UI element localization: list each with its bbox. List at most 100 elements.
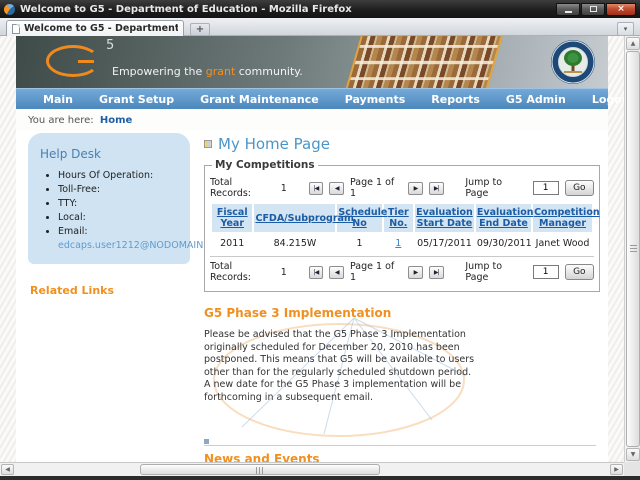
breadcrumb: You are here: Home xyxy=(16,109,608,131)
tier-no-link[interactable]: 1 xyxy=(395,238,401,249)
maximize-button[interactable] xyxy=(581,2,605,16)
department-of-education-seal-icon xyxy=(551,40,595,84)
bookshelf-image xyxy=(344,36,505,88)
g5-logo-five: 5 xyxy=(106,38,115,53)
maximize-icon xyxy=(589,6,597,12)
scroll-down-button[interactable]: ▼ xyxy=(626,448,640,461)
vertical-scroll-thumb[interactable] xyxy=(626,51,640,447)
col-eval-end-date[interactable]: Evaluation End Date xyxy=(475,204,534,232)
tab-welcome-to-g5[interactable]: Welcome to G5 - Department of Edu... xyxy=(6,20,184,36)
horizontal-scroll-thumb[interactable] xyxy=(140,464,380,475)
next-page-button[interactable]: ▶ xyxy=(408,181,423,195)
help-desk-box: Help Desk Hours Of Operation: Toll-Free:… xyxy=(28,133,203,264)
tagline-highlight: grant xyxy=(205,65,236,78)
nav-grant-maintenance[interactable]: Grant Maintenance xyxy=(187,93,332,106)
my-competitions-legend: My Competitions xyxy=(215,159,315,171)
prev-page-button[interactable]: ◀ xyxy=(329,265,344,279)
col-fiscal-year[interactable]: Fiscal Year xyxy=(212,204,253,232)
pagination-bottom: Total Records: 1 |◀ ◀ Page 1 of 1 ▶ ▶| J… xyxy=(210,256,595,286)
nav-grant-setup[interactable]: Grant Setup xyxy=(86,93,187,106)
total-records-value: 1 xyxy=(280,266,287,278)
cell-schedule-no: 1 xyxy=(337,234,382,253)
table-row: 2011 84.215W 1 1 05/17/2011 09/30/2011 J… xyxy=(212,234,592,253)
help-desk-title: Help Desk xyxy=(40,147,101,161)
breadcrumb-home-link[interactable]: Home xyxy=(100,115,132,126)
first-page-button[interactable]: |◀ xyxy=(308,265,324,279)
nav-g5-admin[interactable]: G5 Admin xyxy=(493,93,579,106)
jump-to-page-label: Jump to Page xyxy=(465,261,503,283)
col-competition-manager[interactable]: Competition Manager xyxy=(533,204,600,232)
help-desk-item-hours: Hours Of Operation: xyxy=(58,169,182,183)
sidebar: Help Desk Hours Of Operation: Toll-Free:… xyxy=(28,133,203,297)
banner-tagline: Empowering the grant community. xyxy=(112,65,303,78)
go-button[interactable]: Go xyxy=(564,180,595,196)
browser-window: Welcome to G5 - Department of Education … xyxy=(0,0,640,480)
col-tier-no[interactable]: Tier No. xyxy=(383,204,414,232)
cell-eval-start-date: 05/17/2011 xyxy=(415,234,474,253)
main-navigation: Main Grant Setup Grant Maintenance Payme… xyxy=(16,88,635,109)
tab-bar: Welcome to G5 - Department of Edu... + ▾ xyxy=(0,18,640,36)
jump-to-page-input[interactable] xyxy=(532,265,559,279)
vertical-scrollbar[interactable]: ▲ ▼ xyxy=(624,36,640,462)
taskbar-edge xyxy=(0,476,640,480)
jump-to-page-input[interactable] xyxy=(532,181,559,195)
help-desk-item-tty: TTY: xyxy=(58,197,182,211)
col-eval-start-date[interactable]: Evaluation Start Date xyxy=(415,204,474,232)
competitions-table: Fiscal Year CFDA/Subprogram Schedule No … xyxy=(210,202,600,255)
go-button[interactable]: Go xyxy=(564,264,595,280)
site-banner: 5 Empowering the grant community. xyxy=(16,36,608,88)
page-bullet-icon xyxy=(204,140,212,148)
tab-title: Welcome to G5 - Department of Edu... xyxy=(24,23,178,34)
horizontal-scrollbar[interactable]: ◀ ▶ xyxy=(0,462,640,476)
page-indicator: Page 1 of 1 xyxy=(349,177,395,199)
scrollbar-corner xyxy=(624,462,640,476)
prev-page-button[interactable]: ◀ xyxy=(329,181,344,195)
nav-reports[interactable]: Reports xyxy=(418,93,493,106)
total-records-label: Total Records: xyxy=(210,261,251,283)
cell-fiscal-year: 2011 xyxy=(212,234,253,253)
minimize-button[interactable] xyxy=(556,2,580,16)
phase3-title: G5 Phase 3 Implementation xyxy=(204,306,392,320)
scroll-left-button[interactable]: ◀ xyxy=(1,464,14,475)
page-icon xyxy=(12,23,20,34)
cell-competition-manager: Janet Wood xyxy=(533,234,592,253)
section-divider xyxy=(204,438,596,446)
phase3-section: G5 Phase 3 Implementation Please be advi… xyxy=(204,306,600,437)
help-desk-item-email: Email: xyxy=(58,225,182,239)
first-page-button[interactable]: |◀ xyxy=(308,181,324,195)
scroll-up-button[interactable]: ▲ xyxy=(626,37,640,50)
help-desk-item-local: Local: xyxy=(58,211,182,225)
next-page-button[interactable]: ▶ xyxy=(408,265,423,279)
list-tabs-button[interactable]: ▾ xyxy=(617,22,634,36)
main-column: My Home Page My Competitions Total Recor… xyxy=(204,133,600,462)
tagline-pre: Empowering the xyxy=(112,65,206,78)
minimize-icon xyxy=(564,10,572,13)
pagination-top: Total Records: 1 |◀ ◀ Page 1 of 1 ▶ ▶| J… xyxy=(210,174,595,202)
last-page-button[interactable]: ▶| xyxy=(428,265,444,279)
my-competitions-fieldset: My Competitions Total Records: 1 |◀ ◀ Pa… xyxy=(204,159,600,292)
browser-viewport: 5 Empowering the grant community. Main G… xyxy=(0,36,640,462)
page-indicator: Page 1 of 1 xyxy=(349,261,395,283)
page-title: My Home Page xyxy=(218,135,330,153)
col-cfda-subprogram[interactable]: CFDA/Subprogram xyxy=(254,204,354,232)
nav-payments[interactable]: Payments xyxy=(332,93,419,106)
cell-eval-end-date: 09/30/2011 xyxy=(475,234,532,253)
news-section: News and Events 01/07/11 implementation … xyxy=(204,438,600,462)
nav-main[interactable]: Main xyxy=(30,93,86,106)
page-content: 5 Empowering the grant community. Main G… xyxy=(16,36,635,462)
jump-to-page-label: Jump to Page xyxy=(465,177,503,199)
help-desk-item-tollfree: Toll-Free: xyxy=(58,183,182,197)
last-page-button[interactable]: ▶| xyxy=(428,181,444,195)
phase3-body: Please be advised that the G5 Phase 3 Im… xyxy=(204,329,475,403)
help-desk-list: Hours Of Operation: Toll-Free: TTY: Loca… xyxy=(58,169,182,239)
new-tab-button[interactable]: + xyxy=(190,23,210,36)
tagline-post: community. xyxy=(235,65,303,78)
table-header-row: Fiscal Year CFDA/Subprogram Schedule No … xyxy=(212,204,600,232)
scroll-right-button[interactable]: ▶ xyxy=(610,464,623,475)
total-records-value: 1 xyxy=(280,182,287,194)
close-icon: × xyxy=(617,3,625,14)
firefox-icon[interactable] xyxy=(4,3,15,15)
close-button[interactable]: × xyxy=(606,2,636,16)
news-title: News and Events xyxy=(204,452,320,462)
help-desk-email-link[interactable]: edcaps.user1212@NODOMAIN xyxy=(58,239,203,252)
